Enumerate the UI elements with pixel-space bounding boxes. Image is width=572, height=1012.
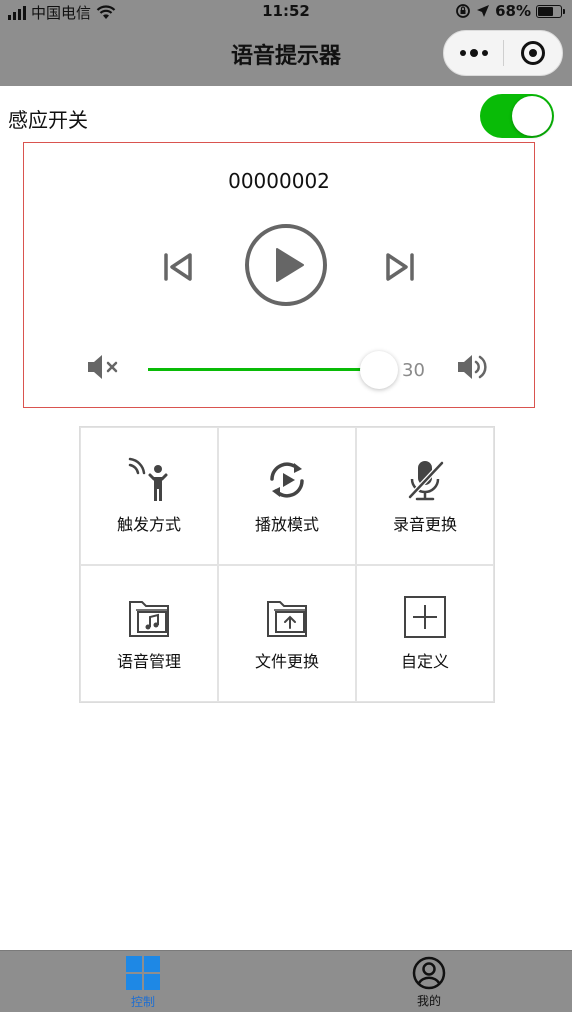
user-icon	[412, 956, 446, 989]
grid-icon	[126, 955, 160, 990]
play-icon[interactable]	[244, 223, 328, 307]
previous-track-icon[interactable]	[158, 247, 198, 287]
volume-slider-thumb[interactable]	[359, 351, 398, 389]
grid-item-label: 文件更换	[254, 652, 319, 672]
tab-label: 我的	[416, 993, 441, 1008]
grid-item-voice-management[interactable]: 语音管理	[80, 564, 218, 702]
more-icon[interactable]	[444, 31, 503, 75]
loop-play-icon	[270, 462, 304, 498]
toggle-knob	[512, 96, 552, 136]
battery-percent: 68%	[495, 2, 531, 20]
battery-icon	[536, 4, 565, 18]
grid-item-label: 自定义	[400, 652, 449, 672]
volume-slider[interactable]	[148, 351, 410, 389]
grid-item-recording-change[interactable]: 录音更换	[356, 427, 494, 565]
grid-item-play-mode[interactable]: 播放模式	[218, 427, 356, 565]
grid-item-file-change[interactable]: 文件更换	[218, 564, 356, 702]
mic-off-icon	[408, 460, 444, 500]
upload-folder-icon	[267, 601, 307, 638]
plus-box-icon	[404, 596, 446, 639]
grid-item-custom[interactable]: 自定义	[356, 564, 494, 702]
tab-label: 控制	[130, 994, 155, 1009]
bottom-tab-bar: 控制 我的	[0, 950, 572, 1012]
location-icon	[477, 5, 490, 17]
top-bar: 中国电信 11:52 68% 语音提示器	[0, 0, 572, 86]
track-name: 00000002	[228, 169, 330, 193]
volume-up-icon[interactable]	[456, 351, 490, 383]
sensor-switch-label: 感应开关	[8, 108, 88, 132]
miniprogram-capsule	[443, 30, 563, 76]
grid-item-label: 录音更换	[392, 514, 457, 534]
trigger-person-icon	[128, 457, 168, 501]
rotation-lock-icon	[456, 4, 470, 18]
tab-control[interactable]: 控制	[0, 951, 286, 1012]
player-panel: 00000002 30	[23, 142, 535, 408]
next-track-icon[interactable]	[380, 247, 420, 287]
grid-item-label: 触发方式	[116, 514, 181, 534]
tab-mine[interactable]: 我的	[286, 951, 572, 1012]
grid-item-label: 播放模式	[254, 514, 319, 534]
grid-item-trigger-mode[interactable]: 触发方式	[80, 427, 218, 565]
music-folder-icon	[129, 601, 169, 638]
status-bar: 中国电信 11:52 68%	[0, 0, 572, 24]
grid-item-label: 语音管理	[116, 652, 181, 672]
close-target-icon[interactable]	[504, 31, 562, 75]
volume-value: 30	[402, 360, 425, 381]
mute-icon[interactable]	[86, 353, 122, 381]
volume-track-fill	[148, 368, 379, 371]
function-grid: 触发方式 播放模式 录音更换 语音管理 文件更换 自定义	[79, 426, 495, 703]
sensor-toggle[interactable]	[480, 94, 554, 138]
